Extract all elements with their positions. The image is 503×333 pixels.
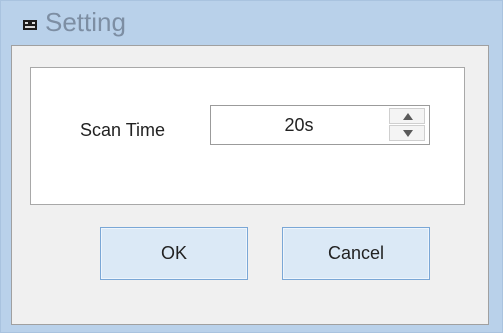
window-title: Setting (45, 7, 126, 37)
cancel-button[interactable]: Cancel (282, 227, 430, 280)
scan-time-label: Scan Time (80, 120, 166, 140)
title-bar[interactable]: Setting (1, 1, 502, 45)
window-app-icon (23, 17, 37, 30)
scan-time-value[interactable]: 20s (211, 106, 387, 144)
ok-button[interactable]: OK (100, 227, 248, 280)
stepper-up-button[interactable] (389, 108, 425, 124)
scan-time-stepper[interactable]: 20s (210, 105, 430, 145)
stepper-buttons (389, 108, 425, 142)
chevron-down-icon (403, 130, 413, 137)
chevron-up-icon (403, 113, 413, 120)
stepper-down-button[interactable] (389, 125, 425, 141)
